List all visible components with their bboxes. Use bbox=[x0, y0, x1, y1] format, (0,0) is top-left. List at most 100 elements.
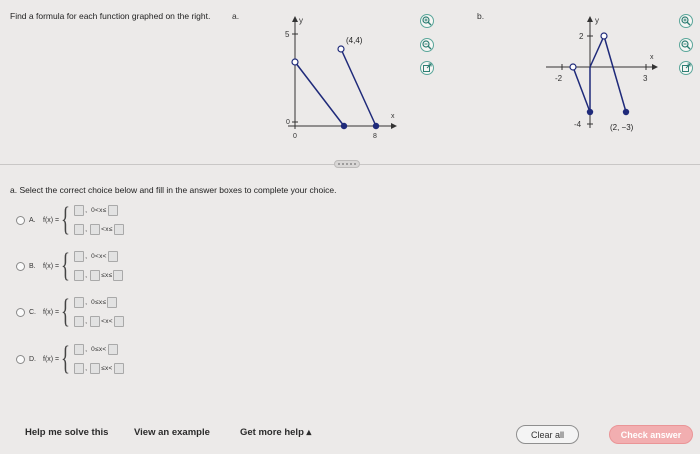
graph-b-segment-3 bbox=[603, 35, 627, 113]
answer-box[interactable] bbox=[107, 251, 118, 262]
graph-a-x-label: x bbox=[391, 113, 395, 120]
choice-a-fx: f(x) = bbox=[43, 216, 60, 224]
page: Find a formula for each function graphed… bbox=[0, 0, 700, 454]
graph-a-y-arrow bbox=[292, 16, 298, 22]
instruction-text: a. Select the correct choice below and f… bbox=[10, 185, 337, 195]
graph-a-x-arrow bbox=[391, 123, 397, 129]
graph-b-x-arrow bbox=[652, 64, 658, 70]
choice-d[interactable]: D. f(x) = { , 0≤x< , ≤x< bbox=[16, 342, 124, 376]
choice-d-letter: D. bbox=[29, 355, 36, 363]
graph-a-segment-1 bbox=[294, 61, 345, 127]
answer-box[interactable] bbox=[74, 251, 85, 262]
graph-a-closed-point-1 bbox=[340, 122, 348, 130]
graph-b-open-point-1 bbox=[569, 63, 577, 71]
answer-box[interactable] bbox=[113, 316, 124, 327]
answer-box[interactable] bbox=[74, 270, 85, 281]
answer-box[interactable] bbox=[107, 297, 118, 308]
get-more-help-link[interactable]: Get more help ▴ bbox=[240, 427, 311, 438]
radio-d[interactable] bbox=[16, 354, 25, 364]
question-text: Find a formula for each function graphed… bbox=[10, 11, 211, 21]
radio-a[interactable] bbox=[16, 215, 25, 225]
choice-b-fx: f(x) = bbox=[43, 262, 60, 270]
choice-d-row-2: , ≤x< bbox=[74, 362, 124, 376]
choice-d-row-1: , 0≤x< bbox=[74, 343, 123, 357]
choice-c-fx: f(x) = bbox=[43, 308, 60, 316]
choice-c-brace: { bbox=[61, 293, 71, 330]
graph-b-point-label: (2, −3) bbox=[610, 123, 634, 132]
answer-box[interactable] bbox=[90, 224, 101, 235]
answer-box[interactable] bbox=[74, 316, 85, 327]
answer-box[interactable] bbox=[74, 344, 85, 355]
graph-a-segment-2 bbox=[340, 48, 377, 127]
choice-d-brace: { bbox=[61, 340, 71, 377]
answer-box[interactable] bbox=[90, 316, 101, 327]
choice-a[interactable]: A. f(x) = { , 0<x≤ , <x≤ bbox=[16, 203, 124, 237]
answer-box[interactable] bbox=[90, 363, 101, 374]
choice-c-row-1: , 0≤x≤ bbox=[74, 296, 124, 310]
part-a-label: a. bbox=[232, 11, 240, 21]
graph-b-y-arrow bbox=[587, 16, 593, 22]
zoom-out-icon[interactable] bbox=[679, 38, 693, 52]
graph-b-tick-y2-label: 2 bbox=[579, 32, 584, 41]
popout-icon[interactable] bbox=[420, 61, 434, 75]
choice-b-brace: { bbox=[61, 247, 71, 284]
choice-a-letter: A. bbox=[29, 216, 36, 224]
graph-a-tick-y5-label: 5 bbox=[285, 30, 290, 39]
answer-box[interactable] bbox=[90, 270, 101, 281]
graph-a-open-point-2 bbox=[337, 45, 345, 53]
graph-a-point-label: (4,4) bbox=[346, 36, 363, 45]
graph-b-tick-x-2-label: -2 bbox=[555, 74, 563, 83]
graph-a-open-point-1 bbox=[291, 58, 299, 66]
choice-b[interactable]: B. f(x) = { , 0<x< , ≤x≤ bbox=[16, 247, 124, 284]
answer-box[interactable] bbox=[113, 224, 124, 235]
answer-box[interactable] bbox=[74, 363, 85, 374]
graph-b-tick-y-4-label: -4 bbox=[574, 120, 582, 129]
check-answer-button[interactable]: Check answer bbox=[609, 425, 693, 444]
choice-b-cond-1: 0<x< bbox=[91, 253, 107, 260]
zoom-in-icon[interactable] bbox=[679, 14, 693, 28]
answer-box[interactable] bbox=[74, 297, 85, 308]
clear-all-button[interactable]: Clear all bbox=[516, 425, 579, 444]
choice-a-brace: { bbox=[61, 201, 71, 238]
choice-c-letter: C. bbox=[29, 308, 36, 316]
graph-b-segment-2 bbox=[589, 35, 605, 68]
choice-c[interactable]: C. f(x) = { , 0≤x≤ , <x< bbox=[16, 295, 124, 329]
divider-drag-handle[interactable] bbox=[334, 160, 360, 168]
graph-b-open-point-2 bbox=[600, 32, 608, 40]
answer-box[interactable] bbox=[74, 224, 85, 235]
graph-b-closed-point-2 bbox=[622, 108, 630, 116]
zoom-out-icon[interactable] bbox=[420, 38, 434, 52]
radio-c[interactable] bbox=[16, 307, 25, 317]
choice-a-cond-1: 0<x≤ bbox=[91, 207, 107, 214]
help-me-solve-link[interactable]: Help me solve this bbox=[25, 427, 108, 438]
answer-box[interactable] bbox=[107, 344, 118, 355]
choice-c-row-2: , <x< bbox=[74, 315, 124, 329]
graph-b-y-label: y bbox=[595, 16, 599, 25]
graph-a-tick-y0-label: 0 bbox=[286, 119, 290, 126]
choice-a-cond-2: <x≤ bbox=[101, 226, 113, 233]
graph-a-tick-x0-label: 0 bbox=[293, 133, 297, 140]
zoom-in-icon[interactable] bbox=[420, 14, 434, 28]
view-example-link[interactable]: View an example bbox=[134, 427, 210, 438]
choice-b-row-2: , ≤x≤ bbox=[74, 269, 124, 283]
graph-a-tick-x8-label: 8 bbox=[373, 133, 377, 140]
choice-b-cond-2: ≤x≤ bbox=[101, 272, 113, 279]
popout-icon[interactable] bbox=[679, 61, 693, 75]
graph-a-closed-point-2 bbox=[372, 122, 380, 130]
choice-d-cond-2: ≤x< bbox=[101, 365, 113, 372]
graph-b: y x 2 -4 -2 3 (2, −3) bbox=[540, 14, 670, 139]
answer-box[interactable] bbox=[113, 363, 124, 374]
answer-box[interactable] bbox=[74, 205, 85, 216]
graph-b-x-label: x bbox=[650, 54, 654, 61]
choice-b-letter: B. bbox=[29, 262, 36, 270]
answer-box[interactable] bbox=[107, 205, 118, 216]
choice-c-cond-1: 0≤x≤ bbox=[91, 299, 107, 306]
choice-b-rows: , 0<x< , ≤x≤ bbox=[74, 250, 124, 283]
answer-box[interactable] bbox=[113, 270, 124, 281]
graph-b-segment-1 bbox=[572, 66, 591, 113]
graph-b-closed-point-1 bbox=[586, 108, 594, 116]
choice-a-rows: , 0<x≤ , <x≤ bbox=[74, 204, 124, 237]
graph-a-y-label: y bbox=[299, 16, 303, 25]
graph-b-tick-x3-label: 3 bbox=[643, 74, 648, 83]
radio-b[interactable] bbox=[16, 261, 25, 271]
